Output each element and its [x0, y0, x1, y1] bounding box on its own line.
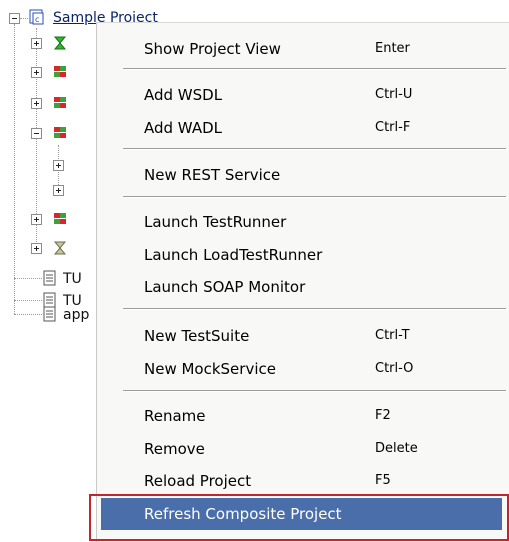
- menu-item-label: Add WADL: [144, 119, 222, 137]
- tree-node[interactable]: TU: [63, 270, 82, 288]
- menu-separator: [123, 196, 506, 198]
- menu-item-label: Show Project View: [144, 40, 281, 58]
- menu-item-label: Rename: [144, 407, 206, 425]
- menu-item-shortcut: Ctrl-U: [375, 87, 413, 102]
- menu-item-label: Launch TestRunner: [144, 213, 287, 231]
- interface-icon: [54, 213, 66, 224]
- menu-item-add-wsdl[interactable]: Add WSDL Ctrl-U: [97, 77, 509, 111]
- expand-toggle[interactable]: [31, 67, 42, 78]
- menu-item-add-wadl[interactable]: Add WADL Ctrl-F: [97, 110, 509, 144]
- tree-connector: [14, 24, 15, 314]
- interface-icon: [54, 127, 66, 138]
- document-icon: [43, 306, 56, 322]
- menu-item-shortcut: Ctrl-F: [375, 120, 411, 135]
- expand-toggle[interactable]: [31, 243, 42, 254]
- svg-text:c: c: [35, 15, 39, 24]
- menu-item-shortcut: Enter: [375, 41, 410, 56]
- menu-item-launch-soap-monitor[interactable]: Launch SOAP Monitor: [97, 269, 509, 303]
- menu-separator: [123, 390, 506, 392]
- tree-connector: [20, 18, 28, 19]
- menu-item-launch-loadtestrunner[interactable]: Launch LoadTestRunner: [97, 237, 509, 271]
- menu-item-reload-project[interactable]: Reload Project F5: [97, 463, 509, 497]
- collapse-toggle[interactable]: [31, 128, 42, 139]
- menu-separator: [123, 148, 506, 150]
- interface-icon: [54, 97, 66, 108]
- menu-item-label: Remove: [144, 440, 205, 458]
- project-icon: c: [29, 9, 44, 25]
- menu-item-shortcut: Ctrl-T: [375, 328, 410, 343]
- menu-item-label: Reload Project: [144, 472, 252, 490]
- tree-node[interactable]: app: [63, 306, 89, 324]
- menu-item-label: Launch SOAP Monitor: [144, 278, 306, 296]
- menu-item-launch-testrunner[interactable]: Launch TestRunner: [97, 204, 509, 238]
- menu-item-remove[interactable]: Remove Delete: [97, 431, 509, 465]
- callout-highlight-box: [89, 494, 509, 541]
- context-menu: Show Project View Enter Add WSDL Ctrl-U …: [96, 22, 509, 542]
- tree-connector: [14, 278, 42, 279]
- tree-node-label: app: [63, 307, 90, 323]
- menu-item-shortcut: Delete: [375, 441, 418, 456]
- menu-item-new-rest-service[interactable]: New REST Service: [97, 157, 509, 191]
- menu-item-new-testsuite[interactable]: New TestSuite Ctrl-T: [97, 318, 509, 352]
- menu-item-rename[interactable]: Rename F2: [97, 398, 509, 432]
- testsuite-icon: [53, 36, 67, 50]
- mockservice-icon: [53, 241, 67, 255]
- tree-connector: [14, 314, 42, 315]
- expand-toggle[interactable]: [53, 185, 64, 196]
- menu-separator: [123, 308, 506, 310]
- document-icon: [43, 270, 56, 286]
- menu-item-shortcut: F2: [375, 408, 391, 423]
- menu-item-shortcut: Ctrl-O: [375, 361, 414, 376]
- menu-item-shortcut: F5: [375, 473, 391, 488]
- tree-node-label: TU: [63, 271, 82, 287]
- interface-icon: [54, 66, 66, 77]
- expand-toggle[interactable]: [53, 160, 64, 171]
- menu-item-label: Add WSDL: [144, 86, 223, 104]
- collapse-toggle-root[interactable]: [9, 13, 20, 24]
- menu-item-label: New TestSuite: [144, 327, 250, 345]
- expand-toggle[interactable]: [31, 38, 42, 49]
- menu-item-label: Launch LoadTestRunner: [144, 246, 323, 264]
- expand-toggle[interactable]: [31, 98, 42, 109]
- menu-item-label: New REST Service: [144, 166, 281, 184]
- tree-connector: [14, 300, 42, 301]
- menu-item-label: New MockService: [144, 360, 276, 378]
- menu-item-show-project-view[interactable]: Show Project View Enter: [97, 31, 509, 65]
- menu-separator: [123, 68, 506, 70]
- menu-item-new-mockservice[interactable]: New MockService Ctrl-O: [97, 351, 509, 385]
- expand-toggle[interactable]: [31, 214, 42, 225]
